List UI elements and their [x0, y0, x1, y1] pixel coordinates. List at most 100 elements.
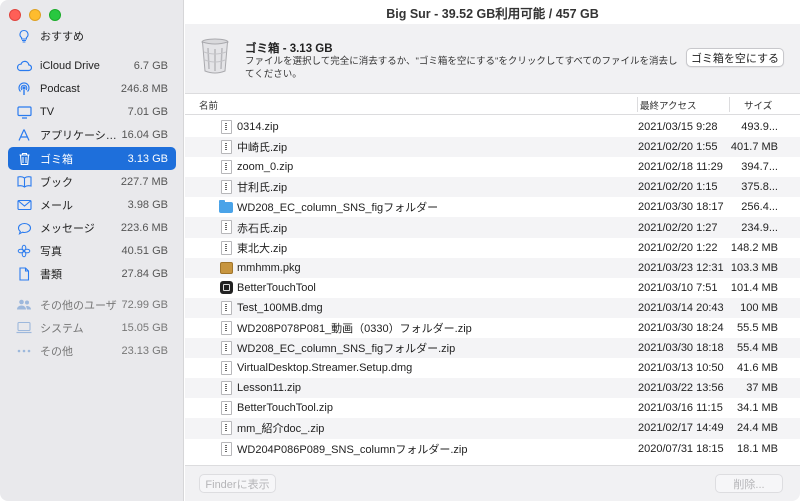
file-name: WD208_EC_column_SNS_figフォルダー.zip — [237, 343, 456, 356]
close-window-button[interactable] — [9, 9, 21, 21]
sidebar-item-more[interactable]: その他 23.13 GB — [8, 339, 176, 362]
file-icon — [219, 120, 233, 134]
window-title: Big Sur - 39.52 GB利用可能 / 457 GB — [386, 6, 599, 21]
file-name: 甘利氏.zip — [237, 182, 288, 195]
minimize-window-button[interactable] — [29, 9, 41, 21]
document-icon — [16, 266, 32, 282]
file-last-access: 2021/03/23 12:31 — [638, 261, 724, 274]
table-row[interactable]: 中崎氏.zip 2021/02/20 1:55 401.7 MB — [185, 137, 800, 158]
app-icon — [219, 281, 233, 295]
sidebar-item-trash[interactable]: ゴミ箱 3.13 GB — [8, 146, 176, 171]
more-icon — [16, 343, 32, 359]
empty-trash-button[interactable]: ゴミ箱を空にする — [686, 48, 784, 67]
table-row[interactable]: WD208_EC_column_SNS_figフォルダー 2021/03/30 1… — [185, 197, 800, 217]
sidebar-item-size: 16.04 GB — [121, 129, 168, 142]
sidebar-item-document[interactable]: 書類 27.84 GB — [8, 263, 176, 286]
chevron-down-icon: ⌄ — [765, 101, 772, 110]
file-last-access: 2021/02/20 1:15 — [638, 181, 718, 194]
show-in-finder-button[interactable]: Finderに表示 — [199, 474, 276, 493]
sidebar-item-size: 23.13 GB — [121, 345, 168, 358]
table-row[interactable]: 赤石氏.zip 2021/02/20 1:27 234.9... — [185, 217, 800, 238]
sidebar-item-mail[interactable]: メール 3.98 GB — [8, 193, 176, 216]
column-header-name[interactable]: 名前 — [199, 94, 218, 115]
sidebar-item-system[interactable]: システム 15.05 GB — [8, 316, 176, 339]
table-row[interactable]: WD208_EC_column_SNS_figフォルダー.zip 2021/03/… — [185, 338, 800, 359]
file-last-access: 2021/03/30 18:24 — [638, 321, 724, 334]
file-name: 東北大.zip — [237, 242, 288, 255]
file-last-access: 2021/02/17 14:49 — [638, 422, 724, 435]
file-icon — [219, 381, 233, 396]
file-icon — [219, 220, 233, 235]
users-icon — [16, 297, 32, 313]
file-last-access: 2021/03/14 20:43 — [638, 301, 724, 314]
file-icon — [219, 361, 233, 376]
delete-button[interactable]: 削除... — [715, 474, 783, 493]
sidebar-item-message[interactable]: メッセージ 223.6 MB — [8, 217, 176, 240]
file-name: WD208P078P081_動画（0330）フォルダー.zip — [237, 322, 472, 335]
file-name: VirtualDesktop.Streamer.Setup.dmg — [237, 362, 413, 375]
file-size: 103.3 MB — [730, 261, 778, 274]
file-name: BetterTouchTool.zip — [237, 402, 333, 415]
table-row[interactable]: zoom_0.zip 2021/02/18 11:29 394.7... — [185, 157, 800, 177]
file-name: 赤石氏.zip — [237, 222, 288, 235]
file-last-access: 2021/03/15 9:28 — [638, 121, 718, 134]
file-name: zoom_0.zip — [237, 161, 294, 174]
sidebar-item-label: 書類 — [40, 269, 62, 282]
file-name: WD204P086P089_SNS_columnフォルダー.zip — [237, 443, 468, 456]
sidebar-item-users[interactable]: その他のユーザ 72.99 GB — [8, 293, 176, 316]
file-size: 401.7 MB — [730, 141, 778, 154]
file-name: 中崎氏.zip — [237, 142, 288, 155]
table-row[interactable]: 0314.zip 2021/03/15 9:28 493.9... — [185, 117, 800, 137]
file-last-access: 2021/03/30 18:18 — [638, 342, 724, 355]
table-row[interactable]: 東北大.zip 2021/02/20 1:22 148.2 MB — [185, 238, 800, 258]
file-name: 0314.zip — [237, 121, 279, 134]
sidebar-item-label: ブック — [40, 176, 73, 189]
file-last-access: 2021/03/13 10:50 — [638, 362, 724, 375]
table-row[interactable]: WD208P078P081_動画（0330）フォルダー.zip 2021/03/3… — [185, 318, 800, 338]
table-row[interactable]: VirtualDesktop.Streamer.Setup.dmg 2021/03… — [185, 358, 800, 378]
file-last-access: 2021/03/30 18:17 — [638, 201, 724, 214]
trash-icon — [201, 38, 229, 74]
file-last-access: 2020/07/31 18:15 — [638, 442, 724, 455]
table-row[interactable]: Test_100MB.dmg 2021/03/14 20:43 100 MB — [185, 297, 800, 318]
sidebar-item-lightbulb[interactable]: おすすめ — [8, 24, 176, 47]
sidebar-item-size: 40.51 GB — [121, 245, 168, 258]
file-icon — [219, 421, 233, 436]
sidebar-item-photos[interactable]: 写真 40.51 GB — [8, 240, 176, 263]
table-row[interactable]: WD204P086P089_SNS_columnフォルダー.zip 2020/07… — [185, 439, 800, 459]
sidebar-item-label: アプリケーシ… — [40, 130, 117, 143]
table-row[interactable]: Lesson11.zip 2021/03/22 13:56 37 MB — [185, 378, 800, 399]
sidebar-item-book[interactable]: ブック 227.7 MB — [8, 170, 176, 193]
table-row[interactable]: mmhmm.pkg 2021/03/23 12:31 103.3 MB — [185, 257, 800, 278]
sidebar-item-label: メッセージ — [40, 223, 95, 236]
column-header-last-access[interactable]: 最終アクセス — [637, 97, 697, 112]
sidebar-item-podcast[interactable]: Podcast 246.8 MB — [8, 77, 176, 100]
table-row[interactable]: mm_紹介doc_.zip 2021/02/17 14:49 24.4 MB — [185, 418, 800, 439]
file-last-access: 2021/02/18 11:29 — [638, 161, 723, 174]
file-size: 256.4... — [741, 201, 778, 214]
category-title: ゴミ箱 - 3.13 GB — [245, 43, 333, 55]
folder-icon — [219, 199, 233, 214]
file-icon — [219, 140, 233, 155]
table-row[interactable]: BetterTouchTool 2021/03/10 7:51 101.4 MB — [185, 278, 800, 298]
sidebar-item-label: 写真 — [40, 246, 62, 259]
sidebar-item-tv[interactable]: TV 7.01 GB — [8, 101, 176, 124]
sidebar-item-size: 223.6 MB — [120, 222, 168, 235]
sidebar-item-size: 6.7 GB — [133, 59, 168, 72]
file-size: 24.4 MB — [737, 422, 778, 435]
file-icon — [219, 300, 233, 315]
sidebar: おすすめ iCloud Drive 6.7 GB Podcast 246.8 MB TV 7… — [0, 0, 184, 501]
sidebar-item-label: その他のユーザ — [40, 299, 117, 312]
file-size: 37 MB — [746, 382, 778, 395]
file-list: 0314.zip 2021/03/15 9:28 493.9... 中崎氏.zip 20… — [185, 117, 800, 459]
table-header: 名前 最終アクセス サイズ ⌄ — [185, 94, 800, 115]
sidebar-item-label: Podcast — [40, 82, 80, 95]
message-icon — [16, 220, 32, 236]
sidebar-item-applications[interactable]: アプリケーシ… 16.04 GB — [8, 124, 176, 147]
table-row[interactable]: BetterTouchTool.zip 2021/03/16 11:15 34.1 … — [185, 398, 800, 418]
package-icon — [219, 261, 233, 275]
sidebar-item-cloud[interactable]: iCloud Drive 6.7 GB — [8, 54, 176, 77]
zoom-window-button[interactable] — [49, 9, 61, 21]
table-row[interactable]: 甘利氏.zip 2021/02/20 1:15 375.8... — [185, 177, 800, 198]
file-size: 234.9... — [741, 221, 778, 234]
